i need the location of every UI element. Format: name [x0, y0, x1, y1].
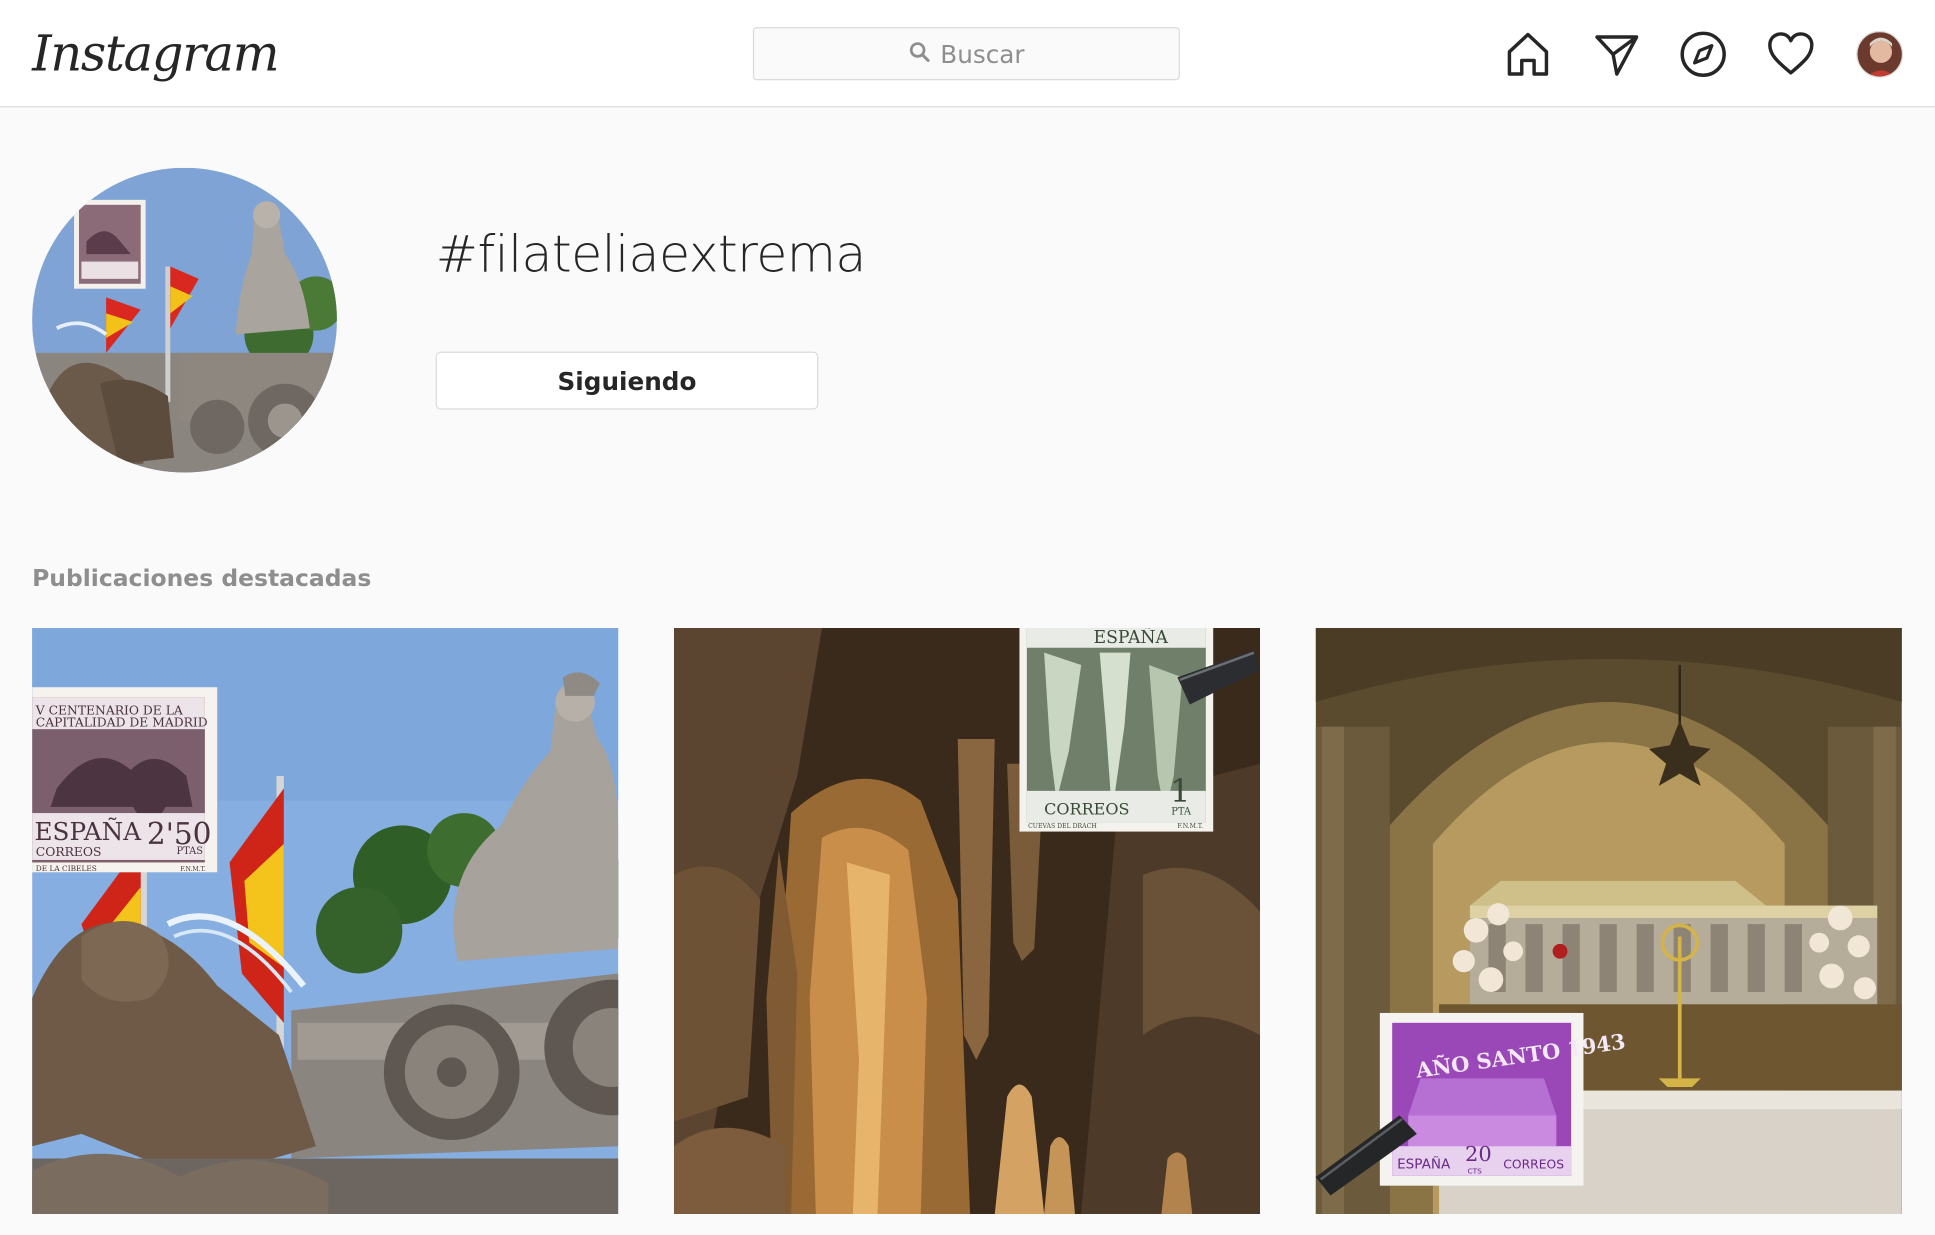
featured-post-2[interactable]: ESPAÑA CORREOS 1 PTA CUEVAS DEL DRACH F.… — [673, 628, 1261, 1215]
hashtag-title: #filateliaextrema — [435, 224, 867, 284]
stamp2-value: 1 — [1170, 772, 1190, 810]
instagram-page: Instagram Buscar #filateliaextrema Sigui… — [0, 0, 1935, 1235]
activity-heart-icon[interactable] — [1766, 30, 1815, 79]
search-icon — [908, 40, 930, 67]
stamp-service: CORREOS — [36, 845, 102, 859]
stamp2-country: ESPAÑA — [1094, 628, 1169, 648]
featured-posts-title: Publicaciones destacadas — [32, 565, 372, 593]
direct-message-icon[interactable] — [1592, 30, 1641, 79]
stamp-mark: F.N.M.T. — [180, 866, 206, 873]
stamp-footer: DE LA CIBELES — [36, 864, 97, 873]
stamp3-unit: CTS — [1467, 1166, 1482, 1175]
stamp-line2: CAPITALIDAD DE MADRID — [36, 716, 208, 730]
instagram-logo[interactable]: Instagram — [32, 20, 279, 89]
stamp-unit: PTAS — [176, 846, 203, 857]
stamp2-mark: F.N.M.T. — [1177, 823, 1203, 830]
stamp3-value: 20 — [1465, 1142, 1492, 1166]
stamp2-unit: PTA — [1171, 806, 1192, 817]
hashtag-profile-image — [32, 167, 337, 473]
featured-post-1[interactable]: V CENTENARIO DE LA CAPITALIDAD DE MADRID… — [32, 628, 619, 1215]
stamp-country: ESPAÑA — [35, 816, 143, 846]
top-navigation-bar: Instagram Buscar — [0, 0, 1935, 108]
profile-avatar[interactable] — [1856, 30, 1904, 78]
stamp3-service: CORREOS — [1503, 1157, 1564, 1171]
search-placeholder: Buscar — [940, 38, 1025, 69]
search-input[interactable]: Buscar — [752, 27, 1180, 81]
explore-compass-icon[interactable] — [1679, 30, 1728, 79]
home-icon[interactable] — [1503, 30, 1552, 79]
stamp2-footer: CUEVAS DEL DRACH — [1028, 823, 1097, 830]
following-button[interactable]: Siguiendo — [435, 351, 819, 410]
featured-post-3[interactable]: AÑO SANTO 1943 ESPAÑA 20 CTS CORREOS — [1315, 628, 1902, 1215]
stamp2-service: CORREOS — [1044, 799, 1129, 818]
stamp3-country: ESPAÑA — [1397, 1155, 1451, 1172]
